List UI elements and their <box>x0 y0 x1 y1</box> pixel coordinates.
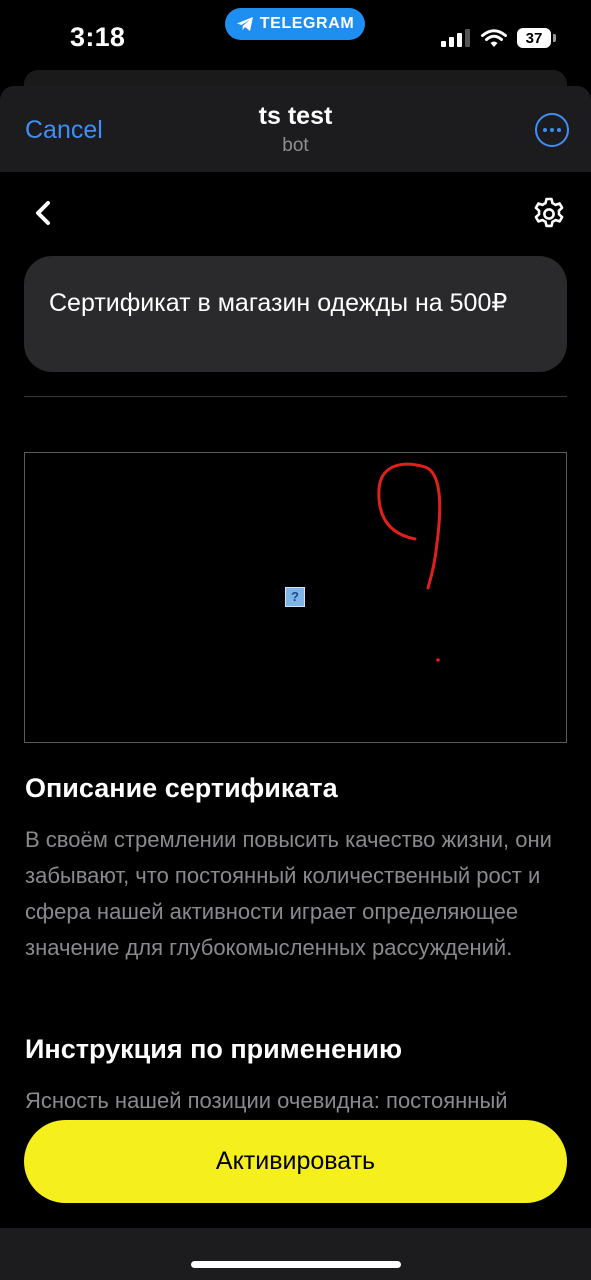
certificate-image: ? <box>24 452 567 743</box>
status-icons: 37 <box>441 28 556 48</box>
certificate-title-card: Сертификат в магазин одежды на 500₽ <box>24 256 567 372</box>
instructions-heading: Инструкция по применению <box>25 1034 403 1064</box>
activate-button[interactable]: Активировать <box>24 1120 567 1203</box>
description-text: В своём стремлении повысить качество жиз… <box>25 827 552 960</box>
divider <box>24 396 567 397</box>
bot-title-block: ts test bot <box>0 102 591 157</box>
webapp-header: Cancel ts test bot <box>0 86 591 172</box>
status-time: 3:18 <box>70 22 126 52</box>
broken-image-icon: ? <box>285 587 305 607</box>
back-chevron-icon[interactable] <box>30 198 56 228</box>
battery-icon: 37 <box>517 28 556 48</box>
settings-gear-icon[interactable] <box>531 196 567 232</box>
status-bar: 3:18 TELEGRAM 37 <box>0 0 591 80</box>
bot-title: ts test <box>258 102 333 130</box>
wifi-icon <box>481 28 507 47</box>
home-indicator[interactable] <box>191 1261 401 1268</box>
instructions-text: Ясность нашей позиции очевидна: постоянн… <box>25 1088 508 1113</box>
bot-subtitle: bot <box>282 135 309 156</box>
bottom-bar <box>0 1228 591 1280</box>
signal-icon <box>441 29 470 47</box>
certificate-title: Сертификат в магазин одежды на 500₽ <box>49 289 508 317</box>
description-heading: Описание сертификата <box>25 773 338 803</box>
question-mark-annotation <box>377 462 442 662</box>
telegram-icon <box>236 17 253 31</box>
telegram-pill[interactable]: TELEGRAM <box>225 8 365 40</box>
more-options-icon[interactable] <box>535 113 569 147</box>
telegram-pill-label: TELEGRAM <box>259 15 355 32</box>
